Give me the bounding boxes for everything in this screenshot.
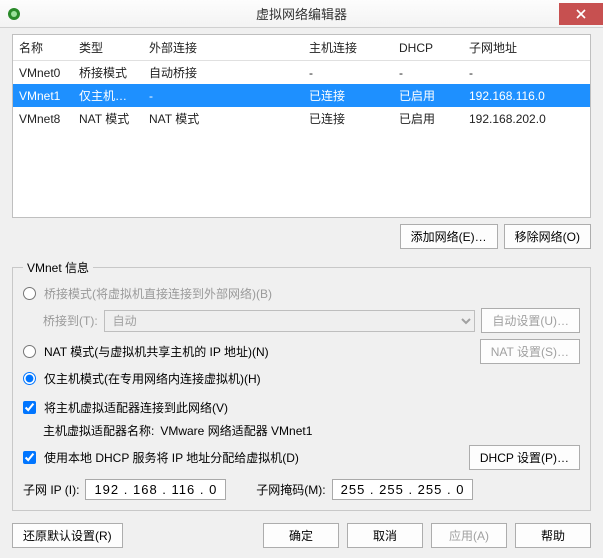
- nat-mode-radio[interactable]: [23, 345, 36, 358]
- table-cell: 桥接模式: [73, 61, 143, 85]
- dhcp-setting-button[interactable]: DHCP 设置(P)…: [469, 445, 580, 470]
- cancel-button[interactable]: 取消: [347, 523, 423, 548]
- auto-setting-button: 自动设置(U)…: [481, 308, 580, 333]
- table-cell: 自动桥接: [143, 61, 303, 85]
- hostonly-mode-label: 仅主机模式(在专用网络内连接虚拟机)(H): [44, 370, 261, 387]
- network-table[interactable]: 名称类型外部连接主机连接DHCP子网地址 VMnet0桥接模式自动桥接---VM…: [12, 34, 591, 218]
- help-button[interactable]: 帮助: [515, 523, 591, 548]
- host-adapter-name-label: 主机虚拟适配器名称:: [43, 422, 154, 439]
- table-header[interactable]: DHCP: [393, 35, 463, 61]
- table-header[interactable]: 类型: [73, 35, 143, 61]
- connect-host-label: 将主机虚拟适配器连接到此网络(V): [44, 399, 228, 416]
- table-cell: 192.168.202.0: [463, 107, 590, 130]
- table-cell: -: [393, 61, 463, 85]
- bridge-to-label: 桥接到(T):: [43, 312, 98, 329]
- add-network-button[interactable]: 添加网络(E)…: [400, 224, 498, 249]
- connect-host-checkbox[interactable]: [23, 401, 36, 414]
- table-cell: 已启用: [393, 107, 463, 130]
- table-cell: -: [463, 61, 590, 85]
- ok-button[interactable]: 确定: [263, 523, 339, 548]
- host-adapter-name-value: VMware 网络适配器 VMnet1: [160, 422, 312, 439]
- table-header[interactable]: 外部连接: [143, 35, 303, 61]
- table-row[interactable]: VMnet8NAT 模式NAT 模式已连接已启用192.168.202.0: [13, 107, 590, 130]
- hostonly-mode-radio[interactable]: [23, 372, 36, 385]
- table-cell: -: [143, 84, 303, 107]
- table-header[interactable]: 主机连接: [303, 35, 393, 61]
- nat-setting-button: NAT 设置(S)…: [480, 339, 580, 364]
- table-cell: -: [303, 61, 393, 85]
- bridge-to-select: 自动: [104, 310, 476, 332]
- table-header[interactable]: 子网地址: [463, 35, 590, 61]
- apply-button: 应用(A): [431, 523, 507, 548]
- subnet-ip-input[interactable]: 192 . 168 . 116 . 0: [85, 479, 226, 500]
- subnet-mask-input[interactable]: 255 . 255 . 255 . 0: [332, 479, 474, 500]
- table-cell: VMnet0: [13, 61, 73, 85]
- table-cell: 仅主机…: [73, 84, 143, 107]
- title-bar: 虚拟网络编辑器: [0, 0, 603, 28]
- subnet-ip-label: 子网 IP (I):: [23, 481, 79, 498]
- table-row[interactable]: VMnet0桥接模式自动桥接---: [13, 61, 590, 85]
- use-dhcp-label: 使用本地 DHCP 服务将 IP 地址分配给虚拟机(D): [44, 449, 299, 466]
- vmnet-info-group: VMnet 信息 桥接模式(将虚拟机直接连接到外部网络)(B) 桥接到(T): …: [12, 259, 591, 511]
- bridge-mode-label: 桥接模式(将虚拟机直接连接到外部网络)(B): [44, 285, 272, 302]
- remove-network-button[interactable]: 移除网络(O): [504, 224, 591, 249]
- content-area: 名称类型外部连接主机连接DHCP子网地址 VMnet0桥接模式自动桥接---VM…: [0, 28, 603, 558]
- table-cell: NAT 模式: [73, 107, 143, 130]
- nat-mode-label: NAT 模式(与虚拟机共享主机的 IP 地址)(N): [44, 343, 269, 360]
- table-row[interactable]: VMnet1仅主机…-已连接已启用192.168.116.0: [13, 84, 590, 107]
- table-cell: 192.168.116.0: [463, 84, 590, 107]
- table-header[interactable]: 名称: [13, 35, 73, 61]
- vmnet-info-legend: VMnet 信息: [23, 259, 93, 276]
- table-cell: NAT 模式: [143, 107, 303, 130]
- bridge-mode-radio[interactable]: [23, 287, 36, 300]
- table-cell: 已连接: [303, 84, 393, 107]
- table-cell: 已启用: [393, 84, 463, 107]
- subnet-mask-label: 子网掩码(M):: [256, 481, 325, 498]
- window-title: 虚拟网络编辑器: [0, 4, 603, 23]
- table-cell: VMnet1: [13, 84, 73, 107]
- restore-defaults-button[interactable]: 还原默认设置(R): [12, 523, 123, 548]
- table-cell: VMnet8: [13, 107, 73, 130]
- table-cell: 已连接: [303, 107, 393, 130]
- use-dhcp-checkbox[interactable]: [23, 451, 36, 464]
